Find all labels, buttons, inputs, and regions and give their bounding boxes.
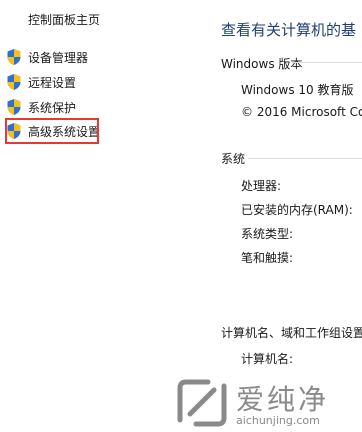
windows-edition-value: Windows 10 教育版 xyxy=(241,83,354,97)
section-divider xyxy=(292,62,362,63)
sidebar-item-label: 远程设置 xyxy=(28,75,77,90)
pen-and-touch-label: 笔和触摸: xyxy=(241,251,294,265)
uac-shield-icon xyxy=(7,74,21,90)
computer-name-heading: 计算机名、域和工作组设置 xyxy=(221,326,362,340)
uac-shield-icon xyxy=(7,49,21,65)
sidebar-item-advanced-system-settings[interactable]: 高级系统设置 xyxy=(6,121,100,141)
processor-label: 处理器: xyxy=(241,179,282,193)
watermark-text: 爱纯净 xyxy=(236,383,330,416)
sidebar-item-label: 设备管理器 xyxy=(28,50,89,65)
sidebar-item-label: 高级系统设置 xyxy=(28,124,101,139)
copyright-text: © 2016 Microsoft Co xyxy=(241,105,362,119)
control-panel-home-link[interactable]: 控制面板主页 xyxy=(28,11,100,28)
section-divider xyxy=(248,158,362,159)
sidebar-item-remote-settings[interactable]: 远程设置 xyxy=(6,72,76,92)
system-info-pane: 查看有关计算机的基 Windows 版本 Windows 10 教育版 © 20… xyxy=(200,0,362,432)
system-heading: 系统 xyxy=(221,152,246,166)
left-nav-pane: 控制面板主页 设备管理器 远程设置 系统保护 高级系统设置 xyxy=(0,0,200,432)
sidebar-item-device-manager[interactable]: 设备管理器 xyxy=(6,47,88,67)
page-title: 查看有关计算机的基 xyxy=(221,21,357,39)
watermark: 爱纯净 aichunjing.com xyxy=(172,376,362,432)
watermark-url: aichunjing.com xyxy=(236,414,320,427)
system-type-label: 系统类型: xyxy=(241,227,294,241)
computer-name-label: 计算机名: xyxy=(241,352,294,366)
windows-edition-heading: Windows 版本 xyxy=(221,57,303,71)
watermark-logo-icon xyxy=(177,379,227,427)
sidebar-item-label: 系统保护 xyxy=(28,100,77,115)
installed-ram-label: 已安装的内存(RAM): xyxy=(241,203,353,217)
uac-shield-icon xyxy=(7,123,21,139)
sidebar-item-system-protection[interactable]: 系统保护 xyxy=(6,97,76,117)
uac-shield-icon xyxy=(7,99,21,115)
